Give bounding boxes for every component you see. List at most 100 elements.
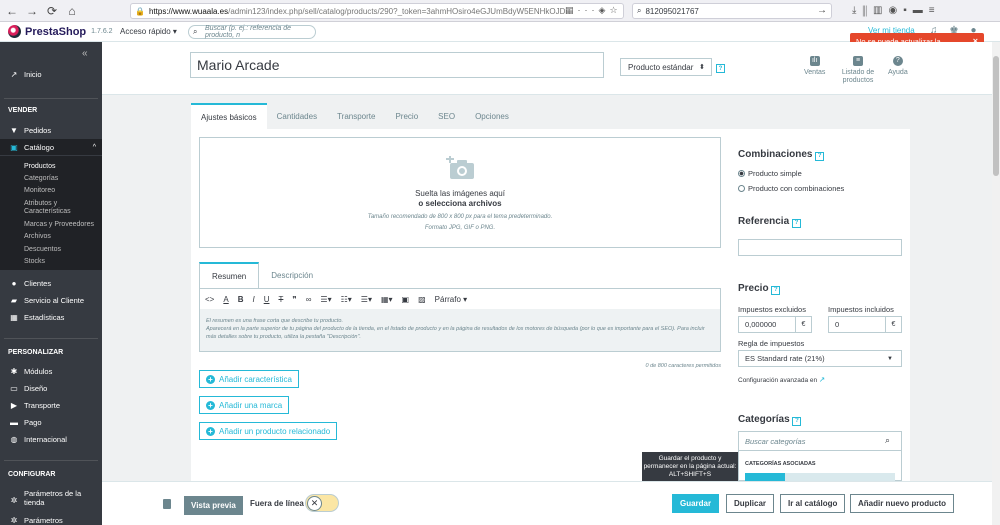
- scrollbar-thumb[interactable]: [993, 56, 999, 176]
- paragraph-select[interactable]: Párrafo ▾: [435, 295, 467, 304]
- tab-opciones[interactable]: Opciones: [465, 103, 519, 129]
- summary-textarea[interactable]: El resumen es una frase corta que descri…: [200, 309, 720, 351]
- align-icon[interactable]: ☰▾: [320, 295, 331, 304]
- preview-button[interactable]: Vista previa: [184, 496, 243, 515]
- tab-transporte[interactable]: Transporte: [327, 103, 385, 129]
- sidebar-item-servicio[interactable]: ▰ Servicio al Cliente: [0, 292, 102, 308]
- tax-rule-select[interactable]: ES Standard rate (21%) ▼: [738, 350, 902, 367]
- reference-input[interactable]: [738, 239, 902, 256]
- bullet-list-icon[interactable]: ☷▾: [341, 295, 352, 304]
- catalog-button[interactable]: Ir al catálogo: [780, 494, 846, 513]
- help-button[interactable]: ? Ayuda: [888, 56, 908, 77]
- url-bar[interactable]: 🔒 https://www.wuaala.es/admin123/index.p…: [130, 3, 624, 19]
- browser-search-input[interactable]: ⌕ 812095021767 →: [632, 3, 832, 19]
- version-label: 1.7.6.2: [91, 28, 113, 35]
- reload-icon[interactable]: ⟳: [44, 3, 60, 19]
- library-icon[interactable]: ⫼: [862, 5, 873, 16]
- help-icon[interactable]: ?: [815, 151, 825, 161]
- add-related-product-button[interactable]: + Añadir un producto relacionado: [199, 422, 338, 440]
- submenu-monitoreo[interactable]: Monitoreo: [24, 187, 100, 195]
- radio-simple-product[interactable]: Producto simple: [738, 169, 802, 178]
- image-icon[interactable]: ▣: [402, 295, 410, 304]
- product-list-button[interactable]: ≡ Listado de productos: [841, 56, 875, 85]
- sidebar-item-transporte[interactable]: ▶ Transporte: [0, 397, 102, 413]
- page-scrollbar[interactable]: [992, 42, 1000, 525]
- help-icon[interactable]: ?: [792, 416, 802, 426]
- new-product-button[interactable]: Añadir nuevo producto: [850, 494, 954, 513]
- submenu-archivos[interactable]: Archivos: [24, 233, 100, 241]
- underline-icon[interactable]: U: [264, 295, 270, 304]
- numbered-list-icon[interactable]: ☰▾: [361, 295, 372, 304]
- submenu-marcas[interactable]: Marcas y Proveedores: [24, 221, 100, 229]
- menu-icon[interactable]: ≡: [929, 5, 941, 16]
- extension-icon[interactable]: ▪: [903, 5, 913, 16]
- trash-icon[interactable]: [163, 499, 171, 509]
- help-icon[interactable]: ?: [771, 285, 781, 295]
- sidebar-item-modulos[interactable]: ✱ Módulos: [0, 363, 102, 379]
- submenu-productos[interactable]: Productos: [24, 163, 100, 171]
- sidebar-item-catalogo[interactable]: ▣ Catálogo ^: [0, 139, 102, 155]
- sidebar-item-pago[interactable]: ▬ Pago: [0, 414, 102, 430]
- help-icon[interactable]: ?: [791, 218, 801, 228]
- download-icon[interactable]: ⤓: [852, 5, 862, 16]
- go-arrow-icon[interactable]: →: [817, 5, 827, 16]
- submenu-stocks[interactable]: Stocks: [24, 258, 100, 266]
- tab-resumen[interactable]: Resumen: [199, 262, 260, 289]
- product-name-input[interactable]: Mario Arcade: [190, 52, 604, 78]
- radio-combinations-product[interactable]: Producto con combinaciones: [738, 184, 844, 193]
- product-type-select[interactable]: Producto estándar ⬍: [620, 58, 712, 76]
- sidebar-item-diseno[interactable]: ▭ Diseño: [0, 380, 102, 396]
- tab-seo[interactable]: SEO: [428, 103, 465, 129]
- code-icon[interactable]: <>: [205, 295, 214, 304]
- tab-precio[interactable]: Precio: [385, 103, 428, 129]
- bold-icon[interactable]: B: [238, 295, 244, 304]
- sales-button[interactable]: ılı Ventas: [804, 56, 825, 77]
- tab-ajustes-basicos[interactable]: Ajustes básicos: [191, 103, 267, 129]
- forward-icon[interactable]: →: [24, 3, 40, 19]
- account-icon[interactable]: ◉: [888, 5, 903, 16]
- font-color-icon[interactable]: A: [223, 295, 228, 304]
- home-icon[interactable]: ⌂: [64, 3, 80, 19]
- back-icon[interactable]: ←: [4, 3, 20, 19]
- category-search-input[interactable]: Buscar categorías ⌕: [739, 432, 901, 451]
- help-icon[interactable]: ?: [716, 64, 725, 73]
- logo[interactable]: PrestaShop 1.7.6.2: [8, 25, 113, 38]
- quick-access-dropdown[interactable]: Acceso rápido ▾: [120, 27, 177, 36]
- sidebar-item-clientes[interactable]: ● Clientes: [0, 275, 102, 291]
- submenu-atributos[interactable]: Atributos y Características: [24, 200, 100, 216]
- quote-icon[interactable]: ❞: [292, 295, 296, 304]
- media-icon[interactable]: ▨: [418, 295, 426, 304]
- price-incl-input[interactable]: 0 €: [828, 316, 902, 333]
- online-toggle[interactable]: ✕: [305, 494, 339, 512]
- star-icon[interactable]: ☆: [609, 5, 621, 15]
- admin-search-input[interactable]: ⌕ Buscar (p. ej.: referencia de producto…: [188, 25, 316, 39]
- shield-icon[interactable]: ◈: [599, 5, 610, 15]
- tab-cantidades[interactable]: Cantidades: [267, 103, 327, 129]
- sidebar-item-parametros[interactable]: ✲ Parámetros: [0, 512, 102, 525]
- table-icon[interactable]: ▦▾: [381, 295, 393, 304]
- select-files-link[interactable]: o selecciona archivos: [200, 199, 720, 208]
- more-icon[interactable]: ···: [578, 5, 599, 15]
- prices-link[interactable]: ↗: [819, 375, 825, 384]
- strikethrough-icon[interactable]: T: [278, 295, 283, 304]
- save-button[interactable]: Guardar: [672, 494, 720, 513]
- price-excl-input[interactable]: 0,000000 €: [738, 316, 812, 333]
- sidebar-item-internacional[interactable]: ◍ Internacional: [0, 431, 102, 447]
- sidebar-item-pedidos[interactable]: ▼ Pedidos: [0, 122, 102, 138]
- tab-descripcion[interactable]: Descripción: [259, 262, 325, 288]
- sidebar-item-parametros-tienda[interactable]: ✲ Parámetros de la tienda: [0, 489, 102, 511]
- sidebar-icon[interactable]: ▥: [873, 5, 888, 16]
- sidebar-item-inicio[interactable]: ↗ Inicio: [0, 66, 102, 82]
- submenu-descuentos[interactable]: Descuentos: [24, 246, 100, 254]
- duplicate-button[interactable]: Duplicar: [726, 494, 775, 513]
- add-brand-button[interactable]: + Añadir una marca: [199, 396, 290, 414]
- italic-icon[interactable]: I: [252, 295, 254, 304]
- add-feature-button[interactable]: + Añadir característica: [199, 370, 299, 388]
- flag-icon[interactable]: ▬: [913, 5, 929, 16]
- reader-icon[interactable]: ▤: [565, 5, 578, 15]
- image-dropzone[interactable]: Suelta las imágenes aquí o selecciona ar…: [199, 137, 721, 248]
- link-icon[interactable]: ∞: [306, 295, 312, 304]
- collapse-icon[interactable]: «: [82, 48, 88, 59]
- submenu-categorias[interactable]: Categorías: [24, 175, 100, 183]
- sidebar-item-estadisticas[interactable]: ▦ Estadísticas: [0, 309, 102, 325]
